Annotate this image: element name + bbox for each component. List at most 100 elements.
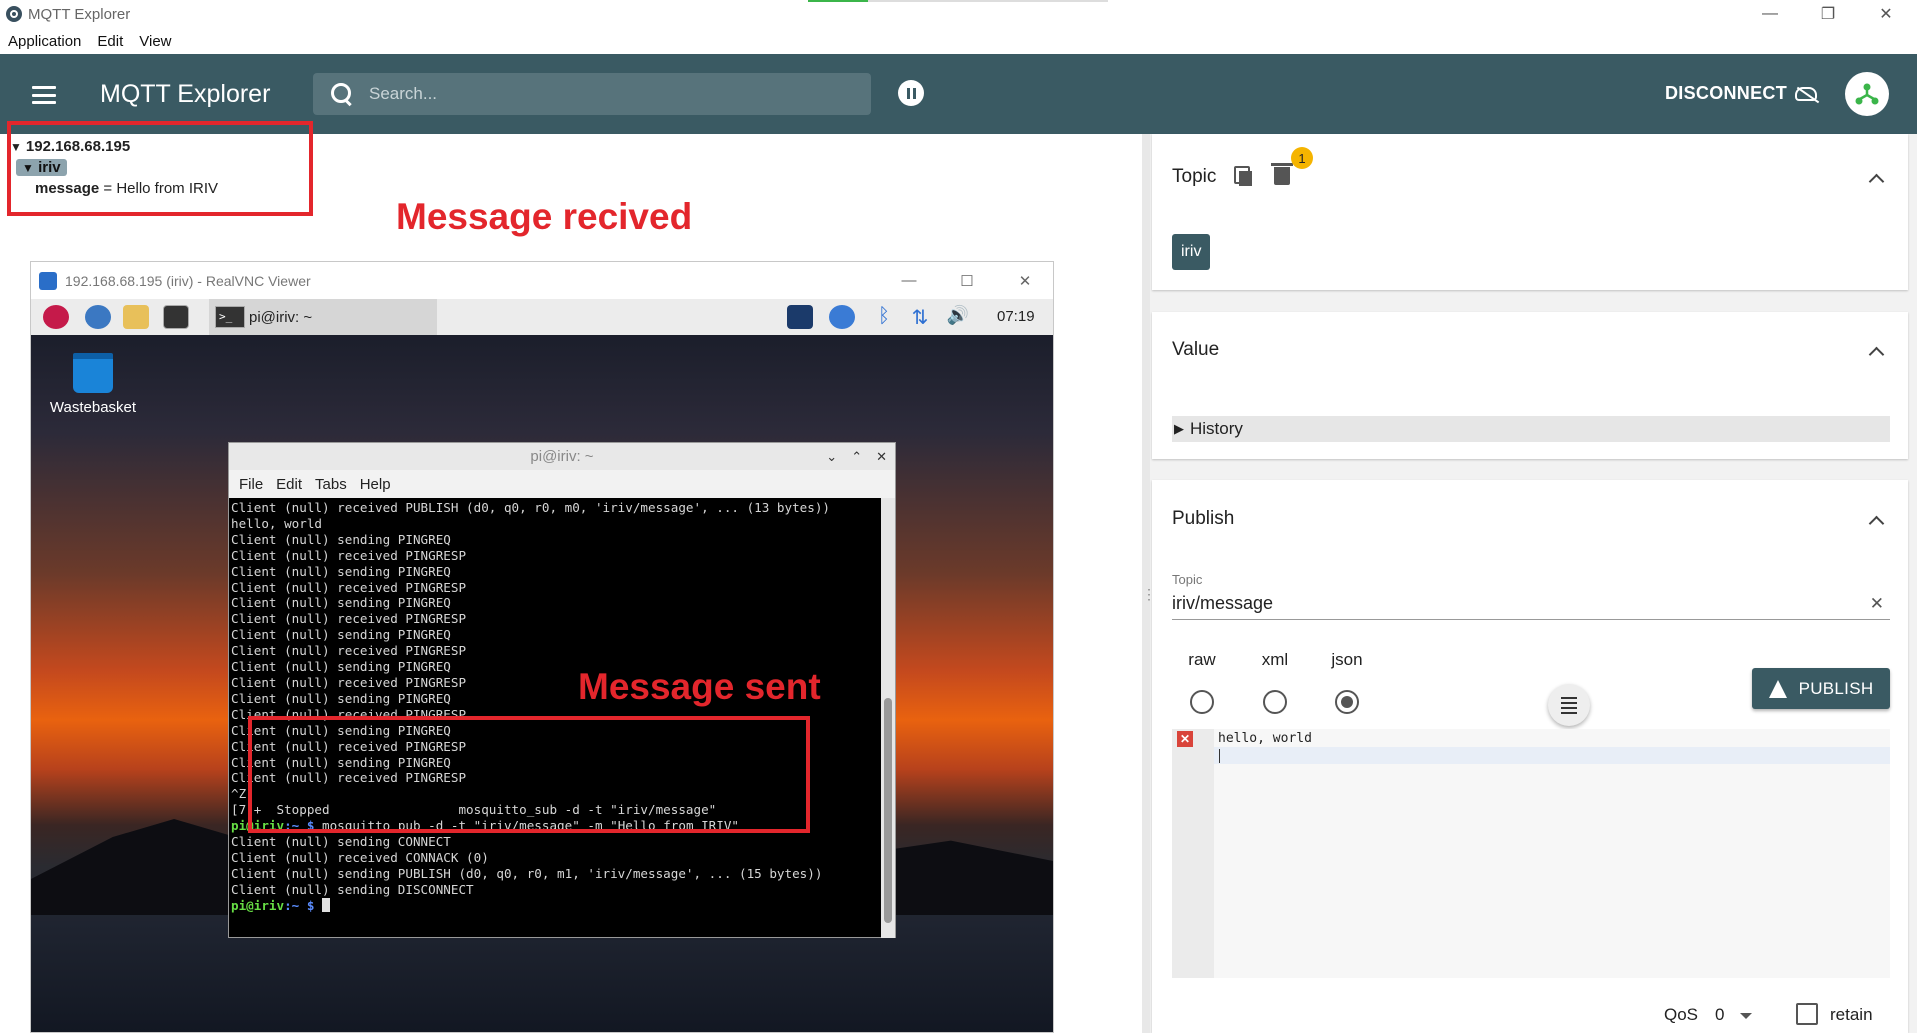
publish-card: Publish Topic ✕ raw xml json PUBLISH ✕ h… xyxy=(1152,480,1908,1033)
terminal-line: Client (null) received PINGRESP xyxy=(231,643,467,659)
editor-active-line xyxy=(1214,747,1890,764)
copy-icon[interactable] xyxy=(1234,166,1252,186)
vnc-close-button[interactable]: ✕ xyxy=(995,262,1053,299)
raspberry-icon[interactable] xyxy=(43,305,69,329)
window-titlebar: MQTT Explorer — ❐ ✕ xyxy=(0,0,1917,28)
error-icon: ✕ xyxy=(1177,731,1193,747)
history-label: History xyxy=(1190,419,1243,438)
publish-button-label: PUBLISH xyxy=(1798,678,1874,698)
terminal-icon[interactable] xyxy=(163,305,189,329)
chevron-down-icon[interactable]: ⌄ xyxy=(826,449,837,465)
vnc-server-icon[interactable] xyxy=(787,305,813,329)
terminal-line: Client (null) received PINGRESP xyxy=(231,611,467,627)
topic-chip-iriv[interactable]: iriv xyxy=(1172,234,1211,270)
scrollbar-thumb[interactable] xyxy=(884,698,892,923)
terminal-cursor xyxy=(322,897,330,912)
terminal-line: Client (null) received PINGRESP xyxy=(231,547,467,563)
wastebasket-label: Wastebasket xyxy=(49,399,137,416)
app-logo-icon xyxy=(6,6,22,22)
qos-label: QoS xyxy=(1664,1005,1699,1024)
send-icon xyxy=(1768,679,1787,698)
publish-topic-field[interactable]: ✕ xyxy=(1172,588,1890,620)
chevron-up-icon[interactable] xyxy=(1868,346,1885,363)
terminal-prompt: pi@iriv xyxy=(231,897,285,913)
terminal-menu-tabs[interactable]: Tabs xyxy=(315,476,347,493)
menu-bar: Application Edit View xyxy=(0,28,180,54)
retain-checkbox[interactable] xyxy=(1796,1003,1818,1025)
format-text-button[interactable] xyxy=(1548,684,1590,726)
terminal-menu-file[interactable]: File xyxy=(239,476,263,493)
vnc-maximize-button[interactable]: ☐ xyxy=(937,262,997,299)
terminal-path: :~ $ xyxy=(284,897,322,913)
loading-indicator xyxy=(808,0,1108,2)
vnc-title: 192.168.68.195 (iriv) - RealVNC Viewer xyxy=(65,272,311,289)
menu-application[interactable]: Application xyxy=(8,33,81,50)
value-card: Value History xyxy=(1152,312,1908,459)
publish-topic-input[interactable] xyxy=(1172,588,1852,618)
search-input[interactable] xyxy=(369,84,849,104)
taskbar-terminal-task[interactable]: >_ pi@iriv: ~ xyxy=(209,299,437,335)
terminal-scrollbar[interactable] xyxy=(881,498,895,938)
delete-count-badge: 1 xyxy=(1291,147,1313,169)
connection-avatar[interactable] xyxy=(1845,72,1889,116)
format-json-radio[interactable] xyxy=(1335,690,1359,714)
format-xml-label: xml xyxy=(1261,650,1289,669)
vnc-viewer-window: 192.168.68.195 (iriv) - RealVNC Viewer —… xyxy=(30,261,1054,1033)
wastebasket-desktop-icon[interactable]: Wastebasket xyxy=(47,353,139,416)
close-button[interactable]: ✕ xyxy=(1858,0,1914,28)
network-icon xyxy=(1855,83,1879,105)
globe-icon[interactable] xyxy=(85,305,111,329)
terminal-line: hello, world xyxy=(231,515,322,531)
menu-edit[interactable]: Edit xyxy=(97,33,123,50)
app-name: MQTT Explorer xyxy=(100,80,271,108)
pi-clock: 07:19 xyxy=(997,308,1035,325)
chevron-up-icon[interactable] xyxy=(1868,515,1885,532)
cloud-off-icon xyxy=(1795,86,1818,101)
caret-down-icon[interactable] xyxy=(1740,1013,1752,1019)
panel-splitter[interactable] xyxy=(1142,134,1156,1033)
close-icon[interactable]: ✕ xyxy=(876,449,887,465)
history-toggle[interactable]: History xyxy=(1172,416,1890,442)
format-xml-radio[interactable] xyxy=(1263,690,1287,714)
search-box[interactable] xyxy=(313,73,871,115)
highlight-box-received xyxy=(7,121,313,216)
annotation-received: Message recived xyxy=(396,196,693,237)
format-raw-radio[interactable] xyxy=(1190,690,1214,714)
payload-editor[interactable]: ✕ hello, world xyxy=(1172,729,1890,978)
minimize-button[interactable]: — xyxy=(1742,0,1798,28)
publish-button[interactable]: PUBLISH xyxy=(1752,668,1890,709)
download-icon[interactable] xyxy=(829,305,855,329)
terminal-menu-edit[interactable]: Edit xyxy=(276,476,302,493)
terminal-menu-help[interactable]: Help xyxy=(360,476,391,493)
trash-bin-icon xyxy=(73,353,113,393)
terminal-line: Client (null) sending PINGREQ xyxy=(231,595,451,611)
clear-icon[interactable]: ✕ xyxy=(1870,594,1884,614)
annotation-sent: Message sent xyxy=(578,666,821,707)
delete-icon[interactable] xyxy=(1271,163,1293,185)
qos-select[interactable]: 0 xyxy=(1715,1005,1724,1025)
chevron-up-icon[interactable] xyxy=(1868,173,1885,190)
chevron-up-icon[interactable]: ⌃ xyxy=(851,449,862,465)
bluetooth-icon[interactable]: ᛒ xyxy=(875,305,893,329)
editor-gutter: ✕ xyxy=(1172,729,1214,978)
publish-title: Publish xyxy=(1172,508,1235,529)
terminal-line: Client (null) sending PINGREQ xyxy=(231,563,451,579)
terminal-line: Client (null) sending PINGREQ xyxy=(231,627,451,643)
disconnect-button[interactable]: DISCONNECT xyxy=(1665,83,1818,104)
network-arrows-icon[interactable]: ⇅ xyxy=(907,305,933,329)
terminal-line: Client (null) received PINGRESP xyxy=(231,579,467,595)
menu-icon[interactable] xyxy=(32,86,56,104)
retain-label: retain xyxy=(1830,1005,1873,1024)
terminal-line: Client (null) sending PINGREQ xyxy=(231,531,451,547)
vnc-titlebar: 192.168.68.195 (iriv) - RealVNC Viewer —… xyxy=(31,262,1053,299)
vnc-minimize-button[interactable]: — xyxy=(879,262,939,299)
maximize-button[interactable]: ❐ xyxy=(1800,0,1856,28)
pause-icon[interactable] xyxy=(898,80,924,106)
editor-caret xyxy=(1219,749,1220,763)
terminal-titlebar: pi@iriv: ~ ⌄ ⌃ ✕ xyxy=(229,443,895,470)
editor-line: hello, world xyxy=(1218,731,1312,746)
vnc-logo-icon xyxy=(39,271,57,290)
folder-icon[interactable] xyxy=(123,305,149,329)
volume-icon[interactable]: 🔊 xyxy=(945,305,971,329)
menu-view[interactable]: View xyxy=(139,33,171,50)
